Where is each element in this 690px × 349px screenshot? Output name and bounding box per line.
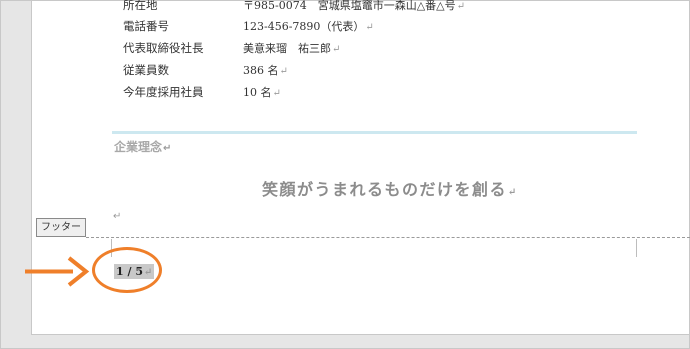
pointer-arrow-icon [25,256,90,287]
paragraph-mark-icon: ↵ [332,44,341,55]
footer-boundary-line [86,237,690,238]
paragraph-mark-icon: ↵ [113,211,122,222]
paragraph-mark-icon: ↵ [272,88,281,99]
info-label: 今年度採用社員 [123,85,204,99]
highlight-circle [92,247,162,293]
paragraph-mark-icon: ↵ [163,143,172,154]
info-value: 123-456-7890（代表）↵ [243,20,374,33]
paragraph-mark-icon: ↵ [508,187,518,198]
info-label: 所在地 [123,0,158,12]
paragraph-mark-icon: ↵ [365,22,374,33]
info-label: 代表取締役社長 [123,41,204,55]
info-label: 電話番号 [123,19,169,33]
paragraph-mark-icon: ↵ [279,66,288,77]
section-divider [112,131,637,134]
info-value: 10 名↵ [243,86,281,99]
info-value: 〒985-0074 宮城県塩竈市一森山△番△号↵ [243,0,466,12]
info-value: 美意来瑠 祐三郎↵ [243,42,341,55]
motto-text[interactable]: 笑顔がうまれるものだけを創る↵ [262,176,518,200]
paragraph-mark-icon: ↵ [456,1,466,12]
margin-corner-right [636,239,637,257]
section-heading[interactable]: 企業理念↵ [114,138,171,155]
footer-tab[interactable]: フッター [36,218,86,237]
info-label: 従業員数 [123,63,169,77]
info-value: 386 名↵ [243,64,288,77]
